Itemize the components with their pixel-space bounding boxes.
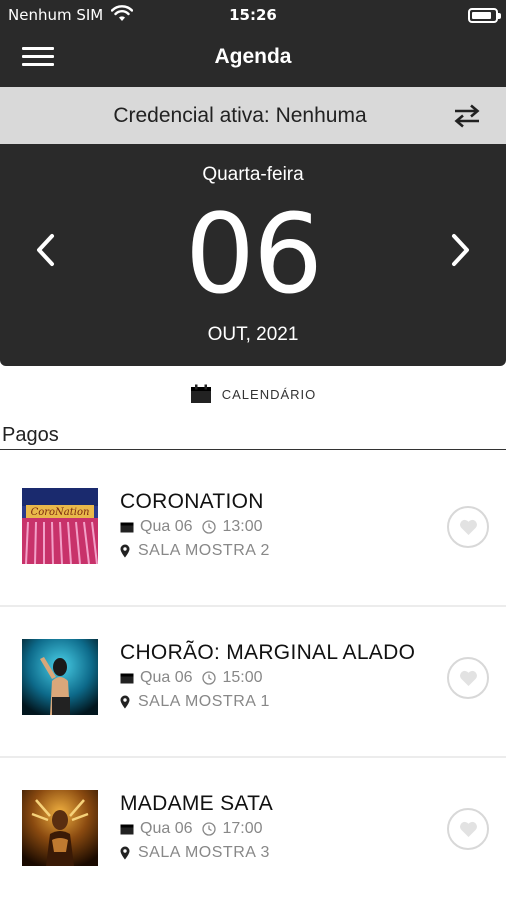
event-time: 13:00	[222, 518, 263, 535]
event-item[interactable]: CoroNation CORONATION Qua 06 13:00 SALA …	[0, 456, 506, 607]
month-year-label: OUT, 2021	[207, 324, 299, 345]
section-divider	[0, 449, 506, 450]
location-pin-icon	[120, 846, 130, 860]
location-pin-icon	[120, 544, 130, 558]
event-venue-label: SALA MOSTRA 1	[138, 693, 270, 710]
event-poster-image	[22, 790, 98, 866]
favorite-button[interactable]	[447, 657, 489, 699]
weekday-label: Quarta-feira	[202, 164, 304, 185]
swap-arrows-icon[interactable]	[452, 103, 482, 129]
event-datetime: Qua 06 17:00	[120, 820, 263, 838]
calendar-small-icon	[120, 824, 134, 835]
status-bar: Nenhum SIM 15:26	[0, 0, 506, 30]
clock-icon	[202, 671, 217, 685]
event-time: 15:00	[222, 669, 263, 686]
event-title: CHORÃO: MARGINAL ALADO	[120, 641, 416, 664]
poster-title-text: CoroNation	[31, 507, 90, 518]
calendar-icon	[190, 384, 211, 403]
date-selector: Quarta-feira 06 OUT, 2021	[0, 144, 506, 366]
event-date: Qua 06	[140, 669, 193, 686]
event-time: 17:00	[222, 820, 263, 837]
clock-time: 15:26	[229, 6, 277, 24]
credential-bar: Credencial ativa: Nenhuma	[0, 87, 506, 144]
event-date: Qua 06	[140, 820, 193, 837]
calendar-button[interactable]: CALENDÁRIO	[0, 384, 506, 408]
event-datetime: Qua 06 15:00	[120, 669, 263, 687]
event-date: Qua 06	[140, 518, 193, 535]
event-item[interactable]: CHORÃO: MARGINAL ALADO Qua 06 15:00 SALA…	[0, 607, 506, 758]
favorite-button[interactable]	[447, 506, 489, 548]
calendar-small-icon	[120, 673, 134, 684]
clock-icon	[202, 520, 217, 534]
app-header: Agenda	[0, 30, 506, 87]
heart-icon	[460, 519, 477, 535]
event-title: MADAME SATA	[120, 792, 274, 815]
location-pin-icon	[120, 695, 130, 709]
battery-icon	[468, 8, 501, 23]
clock-icon	[202, 822, 217, 836]
active-credential-label: Credencial ativa: Nenhuma	[113, 104, 367, 127]
event-venue: SALA MOSTRA 3	[120, 844, 270, 862]
section-title: Pagos	[2, 424, 59, 446]
event-venue: SALA MOSTRA 1	[120, 693, 270, 711]
hamburger-menu-icon[interactable]	[22, 47, 54, 69]
next-day-chevron-icon[interactable]	[446, 230, 476, 270]
calendar-small-icon	[120, 522, 134, 533]
page-title: Agenda	[214, 45, 292, 68]
event-datetime: Qua 06 13:00	[120, 518, 263, 536]
event-venue: SALA MOSTRA 2	[120, 542, 270, 560]
event-poster-image: CoroNation	[22, 488, 98, 564]
calendar-label: CALENDÁRIO	[221, 386, 317, 402]
event-venue-label: SALA MOSTRA 3	[138, 844, 270, 861]
heart-icon	[460, 821, 477, 837]
event-item[interactable]: MADAME SATA Qua 06 17:00 SALA MOSTRA 3	[0, 758, 506, 900]
event-poster-image	[22, 639, 98, 715]
event-list: CoroNation CORONATION Qua 06 13:00 SALA …	[0, 456, 506, 900]
favorite-button[interactable]	[447, 808, 489, 850]
heart-icon	[460, 670, 477, 686]
event-venue-label: SALA MOSTRA 2	[138, 542, 270, 559]
day-number: 06	[185, 190, 323, 318]
battery-fill	[472, 12, 491, 19]
event-title: CORONATION	[120, 490, 264, 513]
